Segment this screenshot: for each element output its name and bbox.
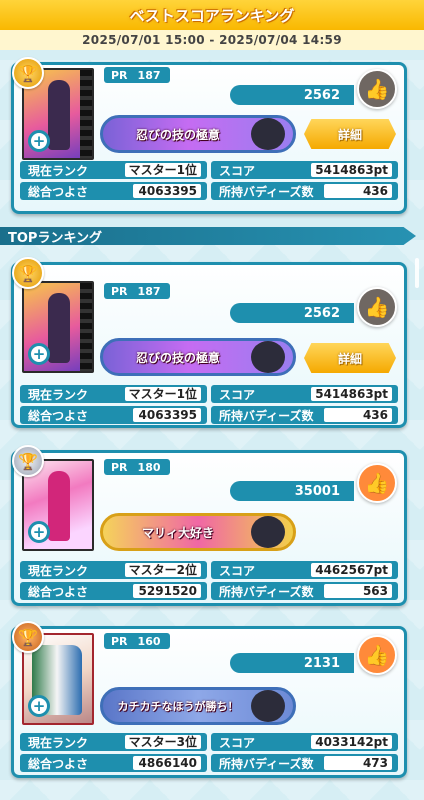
detail-button[interactable]: 詳細 [304,343,396,373]
like-count: 35001 [230,481,354,501]
character-portrait [251,341,285,373]
pr-badge: PR 187 [104,67,170,83]
like-count: 2562 [230,85,354,105]
like-button[interactable]: 👍 [357,69,397,109]
power-stat: 総合つよさ 4063395 [20,182,207,200]
add-icon[interactable]: + [28,343,50,365]
buddies-stat: 所持バディーズ数 436 [211,406,398,424]
thumbs-up-icon: 👍 [364,77,390,101]
ranking-card-2: + 🏆 PR 180 35001 👍 マリィ大好き 現在ランク マスター2位 スコア… [11,445,407,606]
ranking-period: 2025/07/01 15:00 - 2025/07/04 14:59 [0,30,424,50]
add-icon[interactable]: + [28,695,50,717]
header-bar: ベストスコアランキング [0,0,424,30]
rank-stat: 現在ランク マスター2位 [20,561,207,579]
rank-stat: 現在ランク マスター1位 [20,385,207,403]
add-icon[interactable]: + [28,521,50,543]
page-title: ベストスコアランキング [129,6,295,25]
ranking-card-3: + 🏆 PR 160 2131 👍 カチカチなほうが勝ち！ 現在ランク マスター3位… [11,621,407,778]
skill-banner: 忍びの技の極意 [100,115,296,153]
skill-banner: マリィ大好き [100,513,296,551]
stats-grid: 現在ランク マスター1位 スコア 5414863pt 総合つよさ 4063395 所持… [20,161,398,200]
rank-stat: 現在ランク マスター3位 [20,733,207,751]
trophy-icon: 🏆 [12,57,44,89]
thumbs-up-icon: 👍 [364,295,390,319]
add-icon[interactable]: + [28,130,50,152]
stats-grid: 現在ランク マスター1位 スコア 5414863pt 総合つよさ 4063395 所持… [20,385,398,424]
score-stat: スコア 5414863pt [211,385,398,403]
score-stat: スコア 4462567pt [211,561,398,579]
film-strip [80,70,92,158]
character-image [48,80,70,150]
buddies-stat: 所持バディーズ数 563 [211,582,398,600]
pr-badge: PR 187 [104,283,170,299]
rank-stat: 現在ランク マスター1位 [20,161,207,179]
power-stat: 総合つよさ 5291520 [20,582,207,600]
score-stat: スコア 5414863pt [211,161,398,179]
score-stat: スコア 4033142pt [211,733,398,751]
trophy-silver-icon: 🏆 [12,445,44,477]
skill-banner: カチカチなほうが勝ち！ [100,687,296,725]
like-count: 2562 [230,303,354,323]
character-image [48,293,70,363]
character-portrait [251,516,285,548]
trophy-bronze-icon: 🏆 [12,621,44,653]
section-header-top-ranking: TOPランキング [0,227,416,245]
stats-grid: 現在ランク マスター2位 スコア 4462567pt 総合つよさ 5291520 所持… [20,561,398,600]
detail-button[interactable]: 詳細 [304,119,396,149]
power-stat: 総合つよさ 4063395 [20,406,207,424]
buddies-stat: 所持バディーズ数 436 [211,182,398,200]
character-portrait [251,690,285,722]
trophy-gold-icon: 🏆 [12,257,44,289]
like-button[interactable]: 👍 [357,463,397,503]
stats-grid: 現在ランク マスター3位 スコア 4033142pt 総合つよさ 4866140 所持… [20,733,398,772]
character-image [48,471,70,541]
team-thumbnail[interactable]: + [22,281,94,373]
thumbs-up-icon: 👍 [364,471,390,495]
film-strip [80,283,92,371]
thumbs-up-icon: 👍 [364,643,390,667]
ranking-card-1: + 🏆 PR 187 2562 👍 忍びの技の極意 詳細 現在ランク マスター1位 … [11,257,407,428]
pr-badge: PR 180 [104,459,170,475]
like-count: 2131 [230,653,354,673]
scrollbar[interactable] [415,258,419,288]
pr-badge: PR 160 [104,633,170,649]
like-button[interactable]: 👍 [357,287,397,327]
power-stat: 総合つよさ 4866140 [20,754,207,772]
buddies-stat: 所持バディーズ数 473 [211,754,398,772]
character-portrait [251,118,285,150]
best-score-card: + 🏆 PR 187 2562 👍 忍びの技の極意 詳細 現在ランク マスター1位… [11,57,407,214]
skill-banner: 忍びの技の極意 [100,338,296,376]
like-button[interactable]: 👍 [357,635,397,675]
